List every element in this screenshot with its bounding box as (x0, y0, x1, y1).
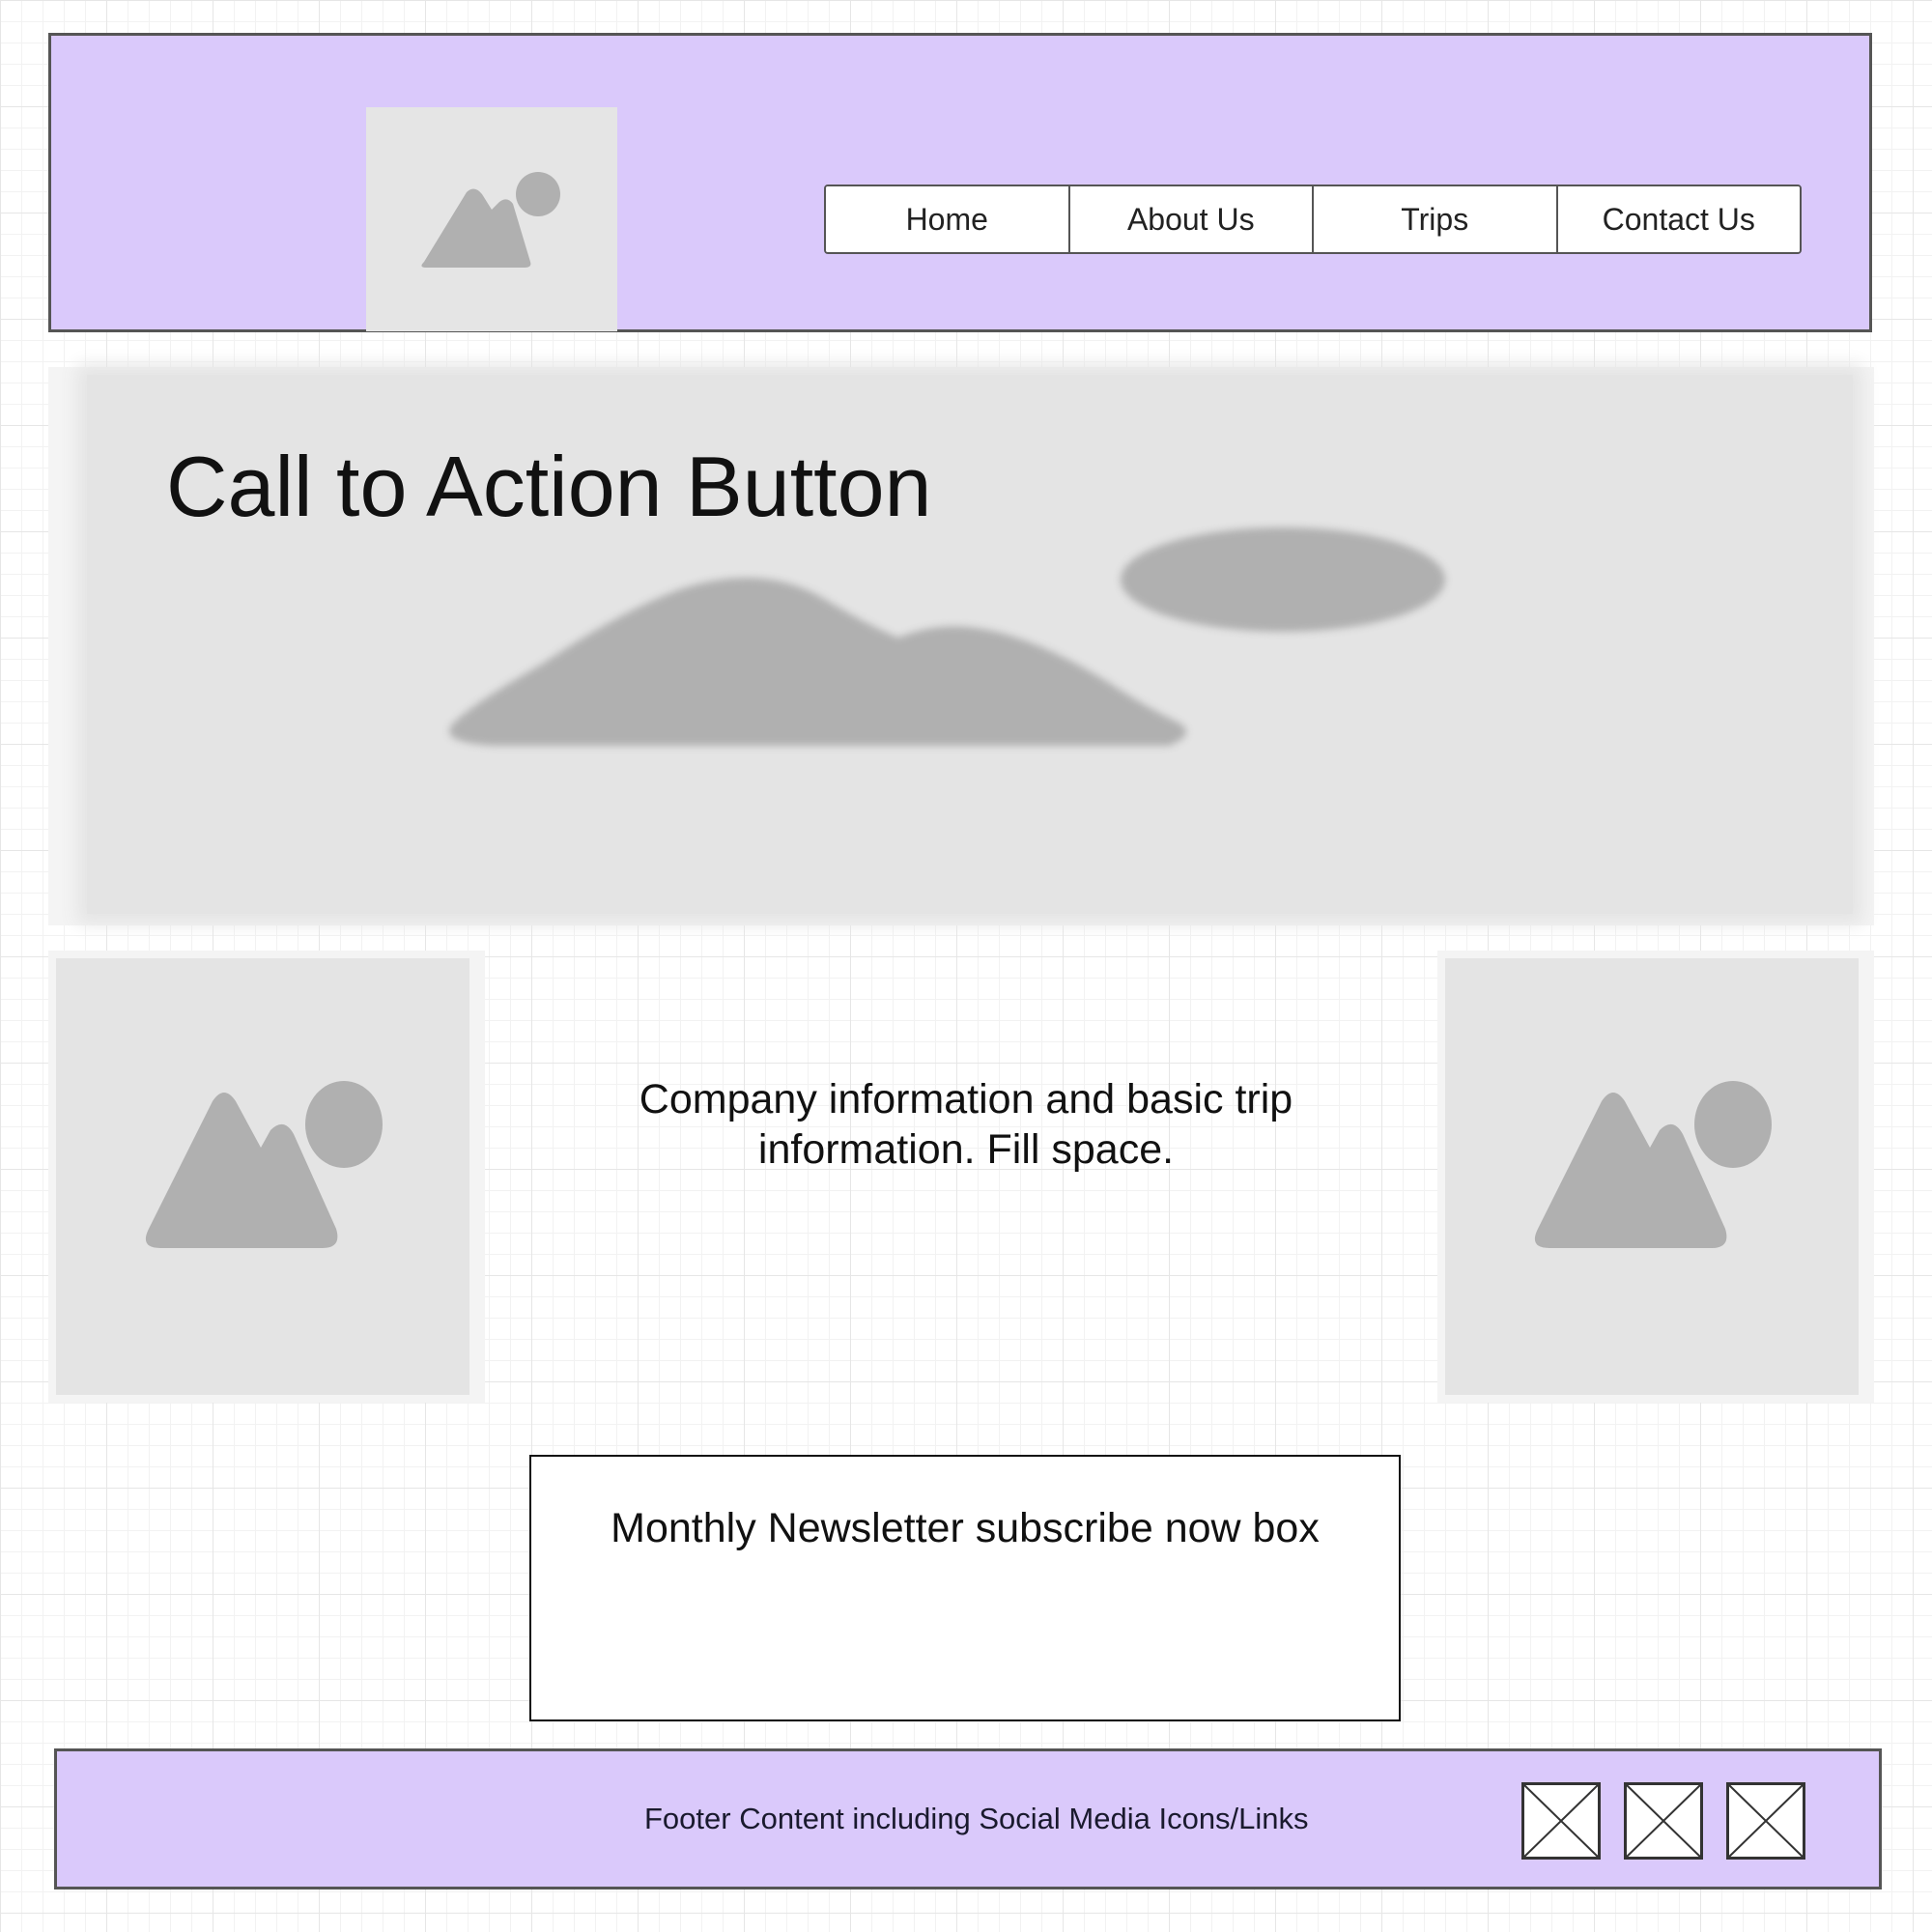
nav-about-us[interactable]: About Us (1069, 186, 1314, 252)
footer-text: Footer Content including Social Media Ic… (644, 1802, 1309, 1835)
image-placeholder-icon (421, 172, 560, 268)
image-placeholder-icon (145, 1081, 383, 1248)
social-icon-placeholder (1521, 1782, 1601, 1860)
left-image (48, 951, 485, 1403)
footer: Footer Content including Social Media Ic… (54, 1748, 1882, 1889)
right-image (1437, 951, 1874, 1403)
logo-image[interactable] (366, 107, 617, 331)
social-media-link-3[interactable] (1726, 1782, 1805, 1860)
social-icon-placeholder (1726, 1782, 1805, 1860)
nav-home[interactable]: Home (826, 186, 1070, 252)
newsletter-box[interactable]: Monthly Newsletter subscribe now box (529, 1455, 1401, 1721)
image-placeholder-icon (1534, 1081, 1772, 1248)
nav-trips[interactable]: Trips (1314, 186, 1558, 252)
call-to-action-button[interactable]: Call to Action Button (166, 444, 931, 529)
header: Home About Us Trips Contact Us (48, 33, 1872, 332)
newsletter-text: Monthly Newsletter subscribe now box (611, 1505, 1320, 1551)
main-nav: Home About Us Trips Contact Us (824, 185, 1802, 254)
social-media-link-1[interactable] (1521, 1782, 1601, 1860)
nav-contact-us[interactable]: Contact Us (1557, 186, 1800, 252)
social-media-link-2[interactable] (1624, 1782, 1703, 1860)
social-icon-placeholder (1624, 1782, 1703, 1860)
company-info-text: Company information and basic trip infor… (639, 1076, 1293, 1173)
